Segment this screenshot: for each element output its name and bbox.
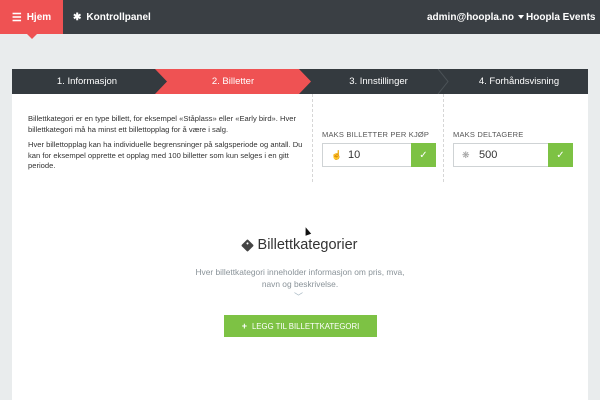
nav-control-panel-label: Kontrollpanel — [86, 11, 151, 23]
add-ticket-category-button[interactable]: + LEGG TIL BILLETTKATEGORI — [224, 315, 377, 337]
step-forhandsvisning[interactable]: 4. Forhåndsvisning — [450, 69, 588, 94]
confirm-button[interactable]: ✓ — [411, 143, 436, 167]
step-label: 3. Innstillinger — [349, 76, 408, 87]
divider — [443, 94, 444, 182]
step-billetter[interactable]: 2. Billetter — [155, 69, 311, 94]
categories-description: Hver billettkategori inneholder informas… — [195, 267, 405, 289]
add-ticket-category-label: LEGG TIL BILLETTKATEGORI — [251, 321, 360, 331]
paw-icon: ❋ — [462, 149, 470, 160]
tag-icon — [240, 238, 254, 252]
brand-label: Hoopla Events — [526, 11, 596, 23]
active-nav-pointer — [27, 34, 37, 39]
gear-icon: ✱ — [73, 11, 82, 23]
intro-paragraph-2: Hver billettopplag kan ha individuelle b… — [28, 140, 303, 171]
nav-home-label: Hjem — [26, 11, 52, 23]
max-attendees-input[interactable] — [479, 149, 519, 161]
step-informasjon[interactable]: 1. Informasjon — [12, 69, 162, 94]
thumbs-up-icon: ☝ — [331, 149, 343, 160]
check-icon: ✓ — [556, 149, 565, 161]
step-innstillinger[interactable]: 3. Innstillinger — [311, 69, 446, 94]
max-per-purchase-label: MAKS BILLETTER PER KJØP — [322, 130, 430, 139]
top-navbar: ☰ Hjem ✱ Kontrollpanel admin@hoopla.no H… — [0, 0, 600, 34]
check-icon: ✓ — [419, 149, 428, 161]
divider — [312, 94, 313, 182]
plus-icon: + — [241, 321, 247, 331]
user-email: admin@hoopla.no — [427, 11, 514, 23]
max-attendees-field[interactable]: ❋ ✓ — [453, 143, 573, 167]
brand-link[interactable]: Hoopla Events — [526, 0, 595, 34]
step-label: 1. Informasjon — [56, 76, 118, 87]
intro-paragraph-1: Billettkategori er en type billett, for … — [28, 114, 297, 134]
categories-heading: Billettkategorier — [12, 237, 588, 253]
confirm-button[interactable]: ✓ — [548, 143, 573, 167]
user-menu[interactable]: admin@hoopla.no — [427, 0, 524, 34]
step-label: 2. Billetter — [211, 76, 255, 87]
nav-control-panel[interactable]: ✱ Kontrollpanel — [73, 0, 151, 34]
tickets-card: Billettkategori er en type billett, for … — [12, 94, 588, 400]
max-per-purchase-input[interactable] — [348, 149, 388, 161]
chevron-down-icon: ﹀ — [294, 292, 304, 302]
max-attendees-label: MAKS DELTAGERE — [453, 130, 524, 139]
nav-home[interactable]: ☰ Hjem — [0, 0, 63, 34]
categories-title: Billettkategorier — [257, 237, 358, 253]
step-label: 4. Forhåndsvisning — [478, 76, 560, 87]
max-per-purchase-field[interactable]: ☝ ✓ — [322, 143, 436, 167]
caret-down-icon — [517, 15, 524, 19]
intro-text: Billettkategori er en type billett, for … — [28, 114, 313, 172]
wizard-steps: 1. Informasjon 2. Billetter 3. Innstilli… — [12, 69, 588, 94]
menu-icon: ☰ — [11, 11, 22, 24]
